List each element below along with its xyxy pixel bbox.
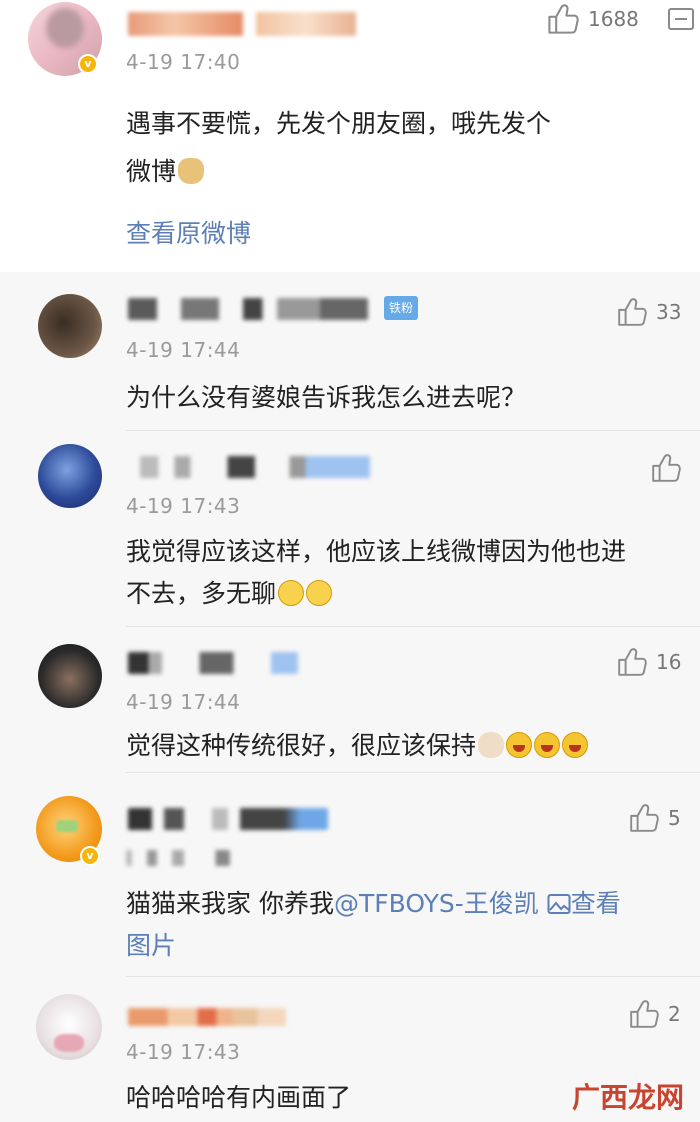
post-text-line-1: 遇事不要慌，先发个朋友圈，哦先发个 (126, 109, 552, 138)
comment-text: 觉得这种传统很好，很应该保持 (126, 722, 589, 770)
post-username-redacted-2 (256, 12, 356, 36)
comment-like-button[interactable]: 16 (616, 646, 681, 678)
post-text-line-2: 微博 (126, 148, 205, 196)
fans-badge: 铁粉 (384, 296, 419, 320)
laughing-emoji-icon (562, 732, 589, 758)
post-text-line-2-text: 微博 (126, 157, 177, 186)
username-redacted (140, 456, 370, 478)
watermark: 广西龙网 (572, 1081, 685, 1114)
thinking-emoji-icon (306, 580, 333, 606)
comment-text: 为什么没有婆娘告诉我怎么进去呢？ (126, 383, 527, 412)
comment-item: v 5 猫猫来我家 你养我@TFBOYS-王俊凯 查看 图片 (0, 772, 700, 976)
comment-text: 哈哈哈哈有内画面了 (126, 1083, 352, 1112)
comment-item: 铁粉 4-19 17:44 33 为什么没有婆娘告诉我怎么进去呢？ (0, 272, 700, 428)
comment-time: 4-19 17:43 (126, 1040, 241, 1064)
username-redacted (128, 1008, 286, 1026)
comment-avatar[interactable] (36, 994, 102, 1060)
view-image-text-1: 查看 (570, 889, 621, 918)
comment-text-line-1: 猫猫来我家 你养我@TFBOYS-王俊凯 查看 (126, 880, 621, 928)
comment-like-count: 16 (656, 650, 682, 674)
mention-link[interactable]: @TFBOYS-王俊凯 (334, 889, 539, 918)
comment-like-button[interactable]: 2 (628, 998, 681, 1030)
cat-emoji-icon (478, 732, 505, 758)
comment-like-button[interactable]: 5 (628, 802, 681, 834)
comment-text-line-2: 不去，多无聊 (126, 570, 333, 618)
comment-like-button[interactable] (650, 452, 690, 484)
verified-badge-icon: v (80, 846, 100, 866)
comment-time: 4-19 17:44 (126, 338, 241, 362)
image-icon (547, 894, 571, 914)
comment-avatar[interactable] (38, 644, 102, 708)
verified-badge-icon: v (78, 54, 98, 74)
comment-text-line-1: 我觉得应该这样，他应该上线微博因为他也进 (126, 537, 627, 566)
laughing-emoji-icon (506, 732, 533, 758)
view-image-link-line-2[interactable]: 图片 (126, 922, 176, 970)
thumb-up-icon (628, 998, 660, 1030)
doge-emoji-icon (178, 158, 205, 184)
view-image-link[interactable]: 查看 (547, 889, 621, 918)
comment-like-count: 2 (668, 1002, 681, 1026)
post-time: 4-19 17:40 (126, 50, 241, 74)
comment-text-before-mention: 猫猫来我家 你养我 (126, 889, 334, 918)
thumb-up-icon (616, 296, 648, 328)
comment-text-content: 觉得这种传统很好，很应该保持 (126, 731, 477, 760)
comment-time: 4-19 17:44 (126, 690, 241, 714)
comment-avatar[interactable] (38, 294, 102, 358)
time-redacted (126, 850, 230, 866)
thumb-up-icon (650, 452, 682, 484)
thumb-up-icon (628, 802, 660, 834)
comment-like-count: 33 (656, 300, 682, 324)
comment-item: 4-19 17:44 16 觉得这种传统很好，很应该保持 (0, 626, 700, 772)
post-username-redacted (128, 12, 243, 36)
comment-like-count: 5 (668, 806, 681, 830)
comment-icon[interactable] (668, 8, 694, 30)
username-redacted (128, 652, 298, 674)
laughing-emoji-icon (534, 732, 561, 758)
comment-item: 4-19 17:43 我觉得应该这样，他应该上线微博因为他也进 不去，多无聊 (0, 430, 700, 626)
view-original-post-link[interactable]: 查看原微博 (126, 210, 251, 258)
comment-like-button[interactable]: 33 (616, 296, 681, 328)
post-like-count: 1688 (588, 7, 639, 31)
comment-avatar[interactable] (38, 444, 102, 508)
thumb-up-icon (546, 2, 580, 36)
thumb-up-icon (616, 646, 648, 678)
comment-time: 4-19 17:43 (126, 494, 241, 518)
username-redacted (128, 808, 328, 830)
post-like-button[interactable]: 1688 (546, 2, 639, 36)
username-redacted (128, 298, 368, 320)
thinking-emoji-icon (278, 580, 305, 606)
original-post-card: v 4-19 17:40 1688 遇事不要慌，先发个朋友圈，哦先发个 微博 查… (0, 0, 700, 272)
comment-text-line-2-text: 不去，多无聊 (126, 579, 277, 608)
